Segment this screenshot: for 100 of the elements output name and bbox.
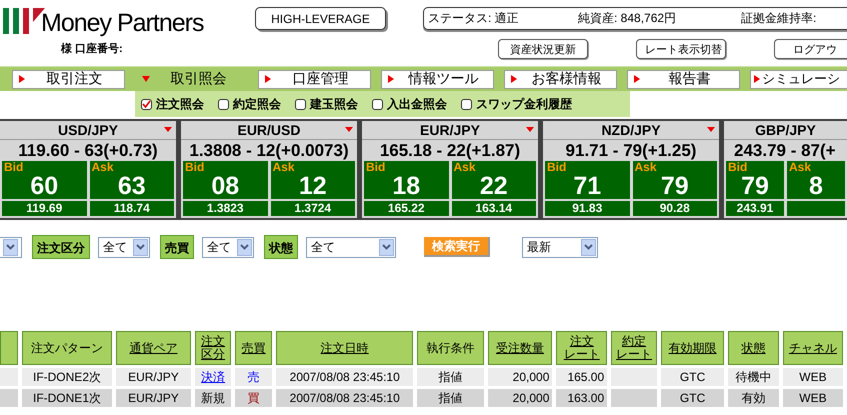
- caret-right-icon: [265, 75, 271, 83]
- checkbox[interactable]: [461, 98, 472, 110]
- price-rate: 163.14: [452, 201, 536, 216]
- checkbox[interactable]: [372, 98, 383, 110]
- price-panel[interactable]: Ask 22: [452, 161, 536, 199]
- column-header[interactable]: 状態: [728, 331, 779, 365]
- price-pips: 18: [391, 174, 422, 199]
- rate-quote: 119.60 - 63(+0.73): [17, 140, 159, 161]
- table-cell: IF-DONE2次: [22, 368, 112, 386]
- price-label: Ask: [634, 161, 658, 174]
- column-header-line[interactable]: レート: [614, 348, 654, 361]
- filter-label: 売買: [160, 235, 194, 259]
- column-header: 執行条件: [417, 331, 484, 365]
- dropdown-arrow-icon[interactable]: [345, 127, 353, 132]
- column-header[interactable]: 注文日時: [276, 331, 414, 365]
- price-rate: 165.22: [364, 201, 448, 216]
- table-cell: 165.00: [556, 368, 608, 386]
- price-panel[interactable]: Ask 79: [632, 161, 717, 199]
- dropdown-field[interactable]: 全て: [98, 236, 150, 258]
- price-rate: 90.28: [632, 201, 717, 216]
- price-panel[interactable]: Bid 18: [364, 161, 448, 199]
- price-panel[interactable]: Bid 79: [726, 161, 784, 199]
- price-panel[interactable]: Ask 8: [787, 161, 845, 199]
- nav-tab[interactable]: 口座管理: [258, 70, 371, 88]
- price-label: Bid: [365, 161, 386, 174]
- currency-pair: EUR/JPY: [420, 122, 480, 138]
- column-header-line[interactable]: 注文: [559, 335, 604, 348]
- check-icon: [142, 100, 151, 108]
- price-panel[interactable]: Ask 12: [270, 161, 355, 199]
- filter-label: 状態: [264, 235, 298, 259]
- table-cell: EUR/JPY: [116, 368, 192, 386]
- header-button[interactable]: 資産状況更新: [498, 39, 588, 59]
- price-label: Bid: [546, 161, 568, 174]
- column-header[interactable]: 売買: [235, 331, 272, 365]
- column-header[interactable]: チャネル: [782, 331, 843, 365]
- price-panel[interactable]: Bid 60: [2, 161, 86, 199]
- subtab-label[interactable]: 注文照会: [156, 96, 204, 112]
- price-label: Ask: [272, 161, 296, 174]
- subtab-label[interactable]: 建玉照会: [310, 96, 358, 112]
- column-header[interactable]: 受注数量: [488, 331, 552, 365]
- price-label: Bid: [3, 161, 24, 174]
- price-label: Ask: [90, 161, 115, 174]
- subtab-label[interactable]: 約定照会: [233, 96, 281, 112]
- price-panel[interactable]: Ask 63: [90, 161, 174, 199]
- dropdown-arrow-icon[interactable]: [526, 127, 534, 132]
- dropdown-arrow-icon[interactable]: [164, 127, 172, 132]
- table-cell: 待機中: [728, 368, 779, 386]
- brand-name: Money Partners: [41, 10, 204, 36]
- table-cell: WEB: [782, 389, 843, 407]
- column-header[interactable]: 有効期限: [660, 331, 724, 365]
- checkbox[interactable]: [141, 98, 152, 110]
- currency-pair: NZD/JPY: [601, 122, 661, 138]
- checkbox[interactable]: [218, 98, 229, 110]
- dropdown-field[interactable]: [0, 236, 22, 258]
- price-panel[interactable]: Bid 08: [183, 161, 268, 199]
- chevron-down-icon: [6, 244, 15, 250]
- chevron-down-icon: [136, 244, 145, 250]
- table-cell: 買: [235, 389, 272, 407]
- empty-cell: [611, 389, 657, 407]
- nav-tab[interactable]: シミュレーシ: [750, 70, 847, 88]
- subtab-label[interactable]: スワップ金利履歴: [476, 96, 572, 112]
- account-label: 様 口座番号:: [61, 42, 123, 56]
- price-pips: 12: [298, 174, 328, 199]
- table-cell: 2007/08/08 23:45:10: [276, 368, 414, 386]
- leverage-button[interactable]: HIGH-LEVERAGE: [255, 7, 386, 30]
- filter-label: 注文区分: [32, 235, 90, 259]
- column-header-line[interactable]: 注文: [198, 335, 228, 348]
- table-cell: GTC: [660, 368, 724, 386]
- caret-right-icon: [634, 75, 640, 83]
- checkbox[interactable]: [295, 98, 306, 110]
- table-cell: 売: [235, 368, 272, 386]
- column-header[interactable]: 通貨ペア: [116, 331, 192, 365]
- column-header-line[interactable]: レート: [559, 348, 604, 361]
- nav-tab[interactable]: お客様情報: [504, 70, 617, 88]
- subtab-label[interactable]: 入出金照会: [387, 96, 447, 112]
- dropdown-arrow-icon[interactable]: [707, 127, 715, 132]
- table-cell: 指値: [417, 368, 484, 386]
- table-cell: IF-DONE1次: [22, 389, 112, 407]
- table-cell: 163.00: [556, 389, 608, 407]
- currency-pair: EUR/USD: [237, 122, 300, 138]
- nav-tab[interactable]: 取引注文: [12, 70, 125, 88]
- table-cell: GTC: [660, 389, 724, 407]
- dropdown-field[interactable]: 全て: [306, 236, 396, 258]
- dropdown-field[interactable]: 全て: [202, 236, 254, 258]
- price-pips: 71: [572, 174, 602, 199]
- nav-tab[interactable]: 情報ツール: [381, 70, 494, 88]
- price-pips: 08: [210, 174, 240, 199]
- table-cell: 新規: [195, 389, 232, 407]
- price-panel[interactable]: Bid 71: [545, 161, 630, 199]
- header-button[interactable]: ログアウ: [774, 39, 847, 59]
- price-rate: 118.74: [90, 201, 174, 216]
- table-cell: WEB: [782, 368, 843, 386]
- caret-right-icon: [754, 75, 760, 83]
- table-cell: 20,000: [488, 368, 552, 386]
- column-header-line[interactable]: 区分: [198, 348, 228, 361]
- price-pips: 60: [29, 174, 60, 199]
- dropdown-field[interactable]: 最新: [522, 236, 598, 258]
- header-button[interactable]: レート表示切替: [636, 39, 726, 59]
- nav-tab[interactable]: 報告書: [627, 70, 740, 88]
- price-pips: 22: [478, 174, 509, 199]
